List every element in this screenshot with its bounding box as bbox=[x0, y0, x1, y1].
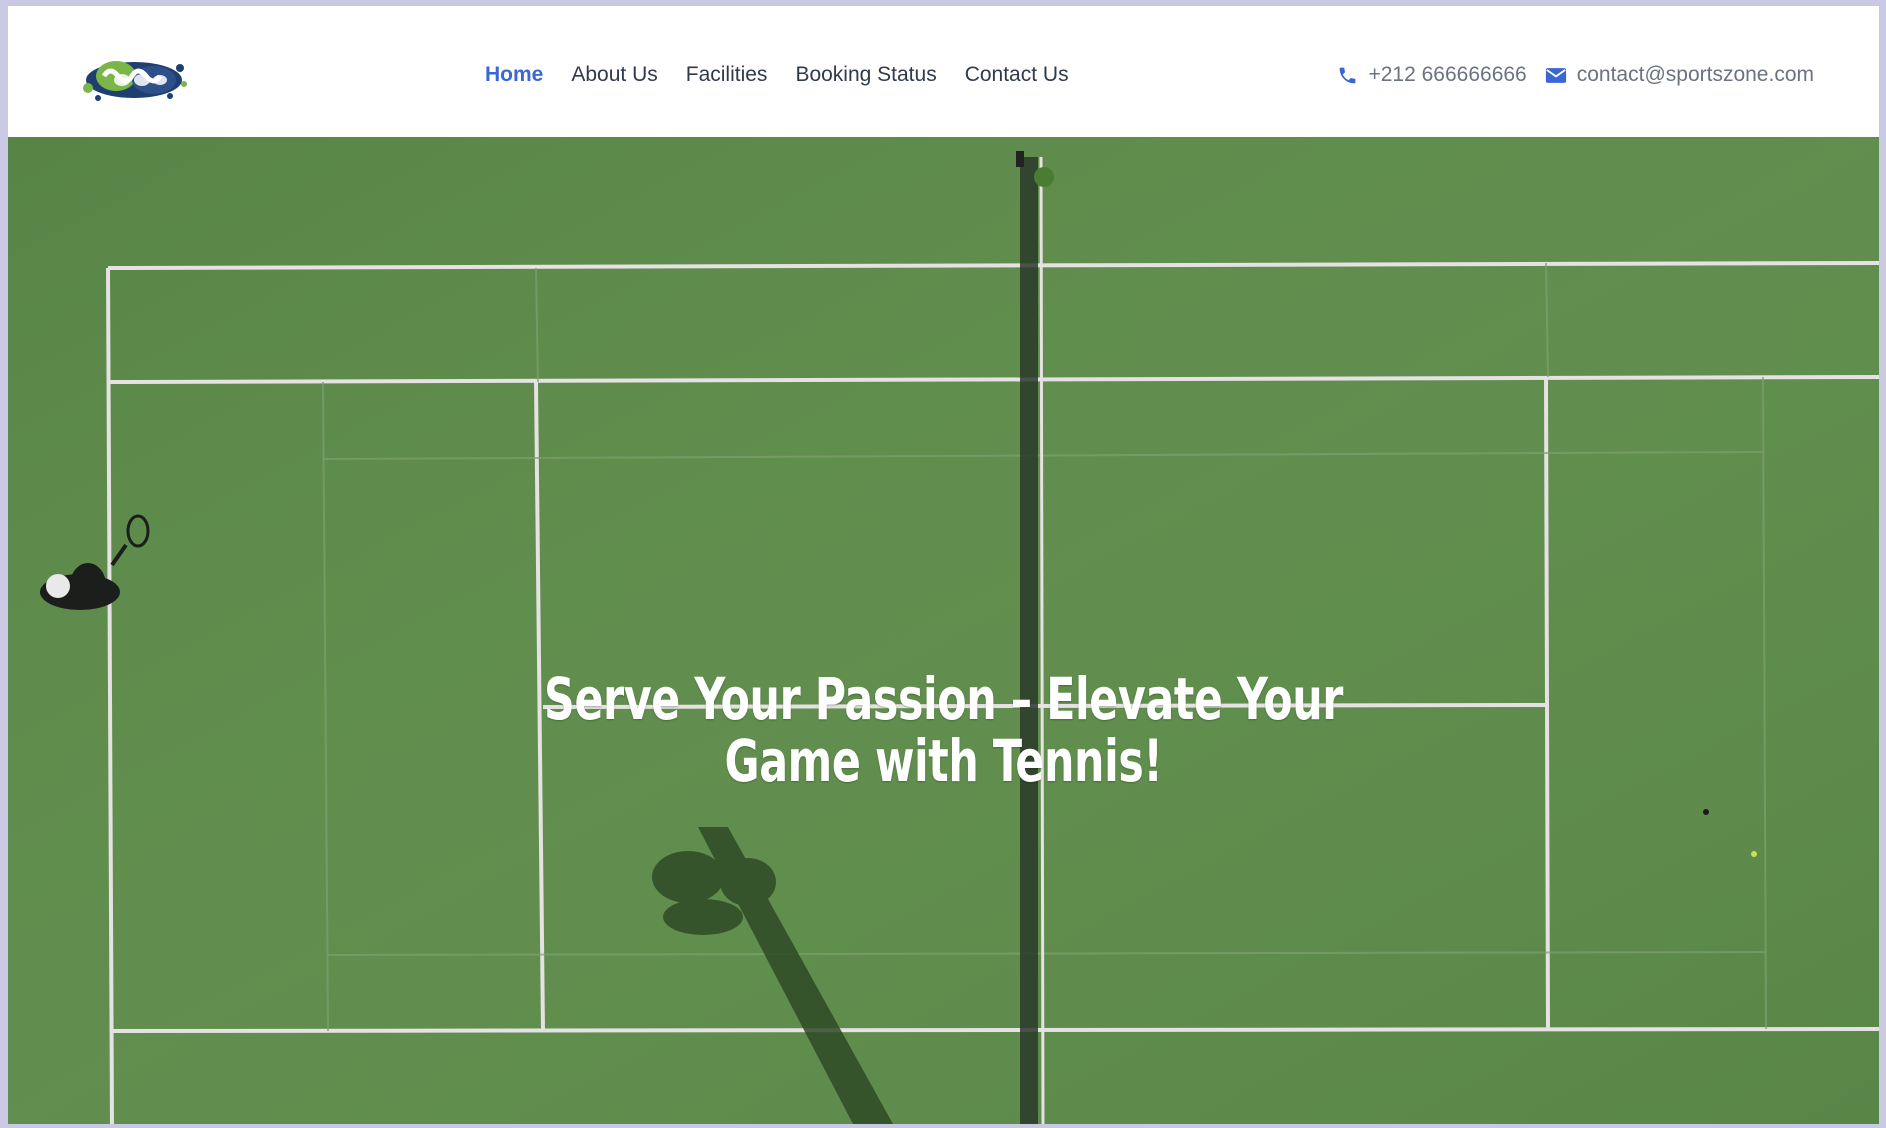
logo-splash-icon bbox=[83, 61, 187, 101]
envelope-icon bbox=[1545, 67, 1566, 83]
phone-number: +212 666666666 bbox=[1368, 63, 1527, 86]
nav-about-us[interactable]: About Us bbox=[571, 62, 657, 88]
browser-frame: Home About Us Facilities Booking Status … bbox=[8, 6, 1879, 1124]
phone-icon bbox=[1340, 67, 1356, 83]
nav-facilities[interactable]: Facilities bbox=[686, 62, 768, 88]
site-header: Home About Us Facilities Booking Status … bbox=[8, 6, 1879, 137]
email-address: contact@sportszone.com bbox=[1576, 63, 1814, 86]
tennis-court-background bbox=[8, 137, 1879, 1124]
hero-section: Serve Your Passion – Elevate Your Game w… bbox=[8, 137, 1879, 1124]
nav-contact-us[interactable]: Contact Us bbox=[965, 62, 1069, 88]
header-contact-info: +212 666666666 contact@sportszone.com bbox=[1337, 62, 1814, 88]
main-nav: Home About Us Facilities Booking Status … bbox=[485, 62, 1097, 88]
email-contact[interactable]: contact@sportszone.com bbox=[1545, 62, 1814, 88]
hero-title: Serve Your Passion – Elevate Your Game w… bbox=[544, 664, 1343, 795]
phone-contact[interactable]: +212 666666666 bbox=[1337, 62, 1527, 88]
site-logo[interactable] bbox=[76, 50, 194, 108]
nav-home[interactable]: Home bbox=[485, 62, 543, 88]
nav-booking-status[interactable]: Booking Status bbox=[795, 62, 936, 88]
